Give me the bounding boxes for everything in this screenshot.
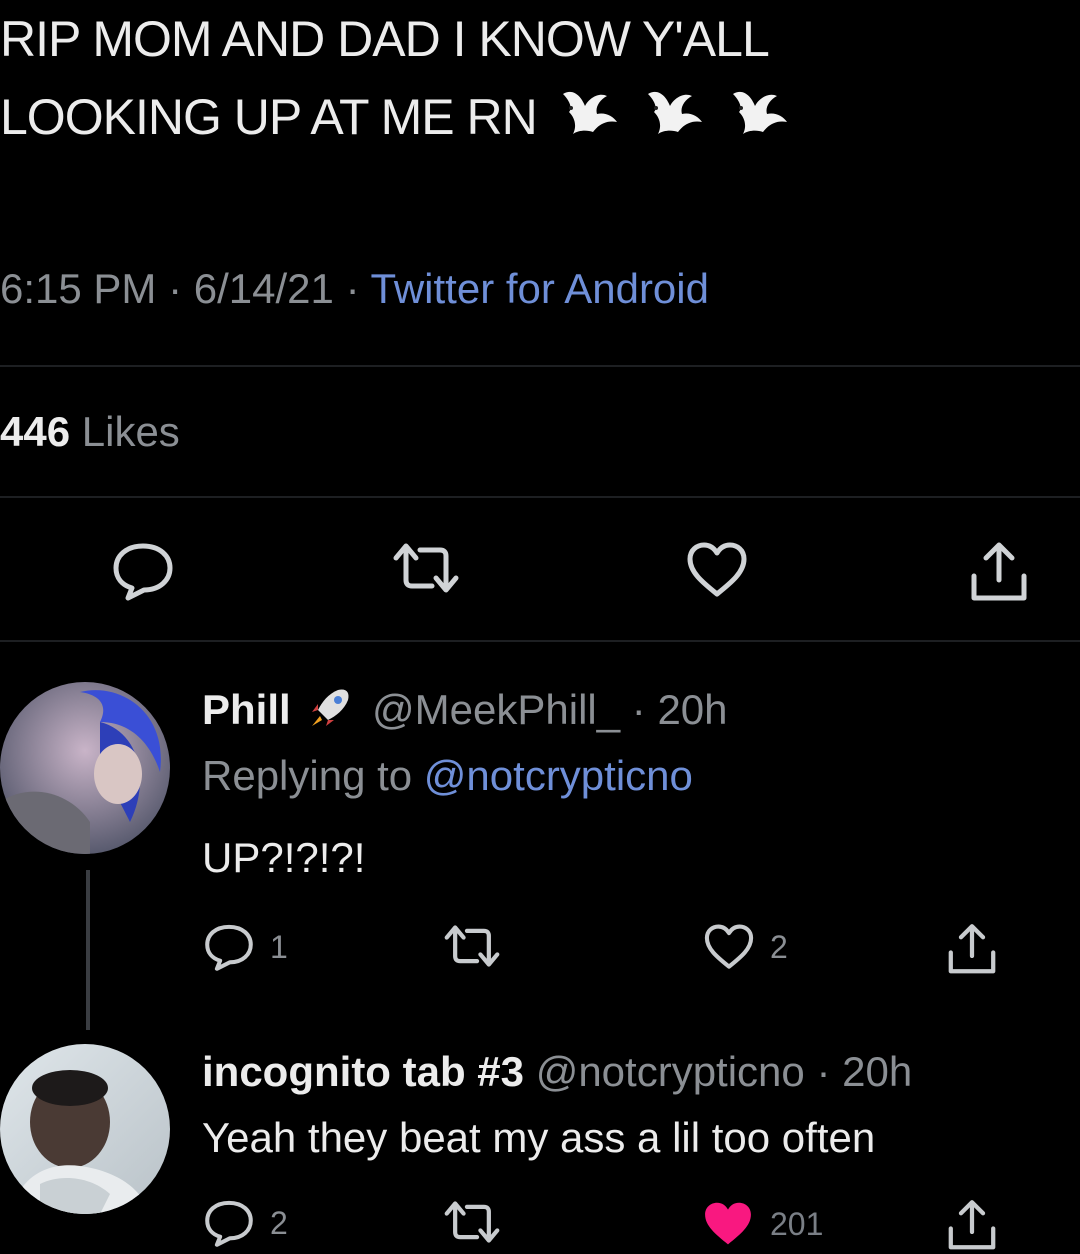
tweet-date[interactable]: 6/14/21 bbox=[194, 265, 334, 312]
replying-to-label: Replying to bbox=[202, 752, 413, 799]
reply-author-name[interactable]: Phill bbox=[202, 686, 291, 733]
reply-header: incognito tab #3 @notcrypticno · 20h bbox=[202, 1048, 913, 1095]
reply-icon bbox=[205, 1200, 253, 1247]
reply-button[interactable]: 1 bbox=[202, 922, 288, 972]
dove-icon bbox=[647, 91, 702, 134]
like-count: 201 bbox=[770, 1205, 824, 1242]
heart-icon bbox=[704, 924, 754, 969]
reply-icon bbox=[113, 543, 173, 601]
divider bbox=[0, 640, 1080, 642]
reply-icon bbox=[205, 924, 253, 971]
reply-author-handle[interactable]: @MeekPhill_ bbox=[372, 686, 620, 733]
avatar[interactable] bbox=[0, 682, 170, 854]
tweet-source-link[interactable]: Twitter for Android bbox=[371, 265, 709, 312]
avatar-image bbox=[0, 1044, 170, 1214]
reply-button[interactable] bbox=[110, 540, 176, 602]
tweet-action-bar bbox=[0, 540, 1080, 610]
tweet-text-line-2: LOOKING UP AT ME RN bbox=[0, 89, 538, 145]
rocket-icon bbox=[312, 689, 349, 726]
reply-author-handle[interactable]: @notcrypticno bbox=[536, 1048, 805, 1095]
reply-time[interactable]: 20h bbox=[842, 1048, 912, 1095]
retweet-icon bbox=[444, 925, 500, 967]
likes-count: 446 bbox=[0, 408, 71, 455]
dove-icon bbox=[562, 91, 617, 134]
like-count: 2 bbox=[770, 928, 788, 965]
share-icon bbox=[971, 542, 1027, 601]
retweet-button[interactable] bbox=[388, 540, 464, 596]
heart-icon bbox=[687, 542, 747, 597]
tweet-text: RIP MOM AND DAD I KNOW Y'ALL LOOKING UP … bbox=[0, 0, 1080, 156]
like-button[interactable]: 2 bbox=[702, 922, 788, 972]
dove-emojis bbox=[559, 82, 801, 160]
share-icon bbox=[948, 1200, 996, 1250]
reply-author-name[interactable]: incognito tab #3 bbox=[202, 1048, 524, 1095]
reply-button[interactable]: 2 bbox=[202, 1198, 288, 1248]
like-button[interactable] bbox=[684, 540, 750, 600]
share-icon bbox=[948, 924, 996, 974]
retweet-icon bbox=[444, 1201, 500, 1243]
reply-count: 2 bbox=[270, 1204, 288, 1241]
dove-icon bbox=[732, 91, 787, 134]
share-button[interactable] bbox=[944, 922, 1000, 978]
retweet-icon bbox=[393, 543, 459, 593]
reply-text: Yeah they beat my ass a lil too often bbox=[202, 1114, 876, 1161]
avatar-image bbox=[0, 682, 170, 854]
avatar[interactable] bbox=[0, 1044, 170, 1214]
reply-time[interactable]: 20h bbox=[657, 686, 727, 733]
likes-summary[interactable]: 446 Likes bbox=[0, 408, 180, 456]
reply-count: 1 bbox=[270, 928, 288, 965]
reply-header: Phill @MeekPhill_ · 20h bbox=[202, 686, 728, 733]
reply-action-bar: 1 2 bbox=[0, 922, 1080, 974]
tweet-text-line-1: RIP MOM AND DAD I KNOW Y'ALL bbox=[0, 11, 770, 67]
divider bbox=[0, 365, 1080, 367]
retweet-button[interactable] bbox=[440, 1198, 518, 1246]
like-button[interactable]: 201 bbox=[700, 1198, 823, 1250]
tweet-time[interactable]: 6:15 PM bbox=[0, 265, 156, 312]
retweet-button[interactable] bbox=[440, 922, 518, 970]
reply-action-bar: 2 201 bbox=[0, 1198, 1080, 1250]
replying-to-mention[interactable]: @notcrypticno bbox=[424, 752, 693, 799]
tweet-meta: 6:15 PM · 6/14/21 · Twitter for Android bbox=[0, 265, 709, 312]
share-button[interactable] bbox=[944, 1198, 1000, 1254]
reply-text: UP?!?!?! bbox=[202, 834, 366, 881]
heart-filled-icon bbox=[705, 1202, 751, 1245]
likes-label: Likes bbox=[81, 408, 180, 455]
replying-to: Replying to @notcrypticno bbox=[202, 752, 693, 800]
share-button[interactable] bbox=[966, 540, 1032, 606]
divider bbox=[0, 496, 1080, 498]
